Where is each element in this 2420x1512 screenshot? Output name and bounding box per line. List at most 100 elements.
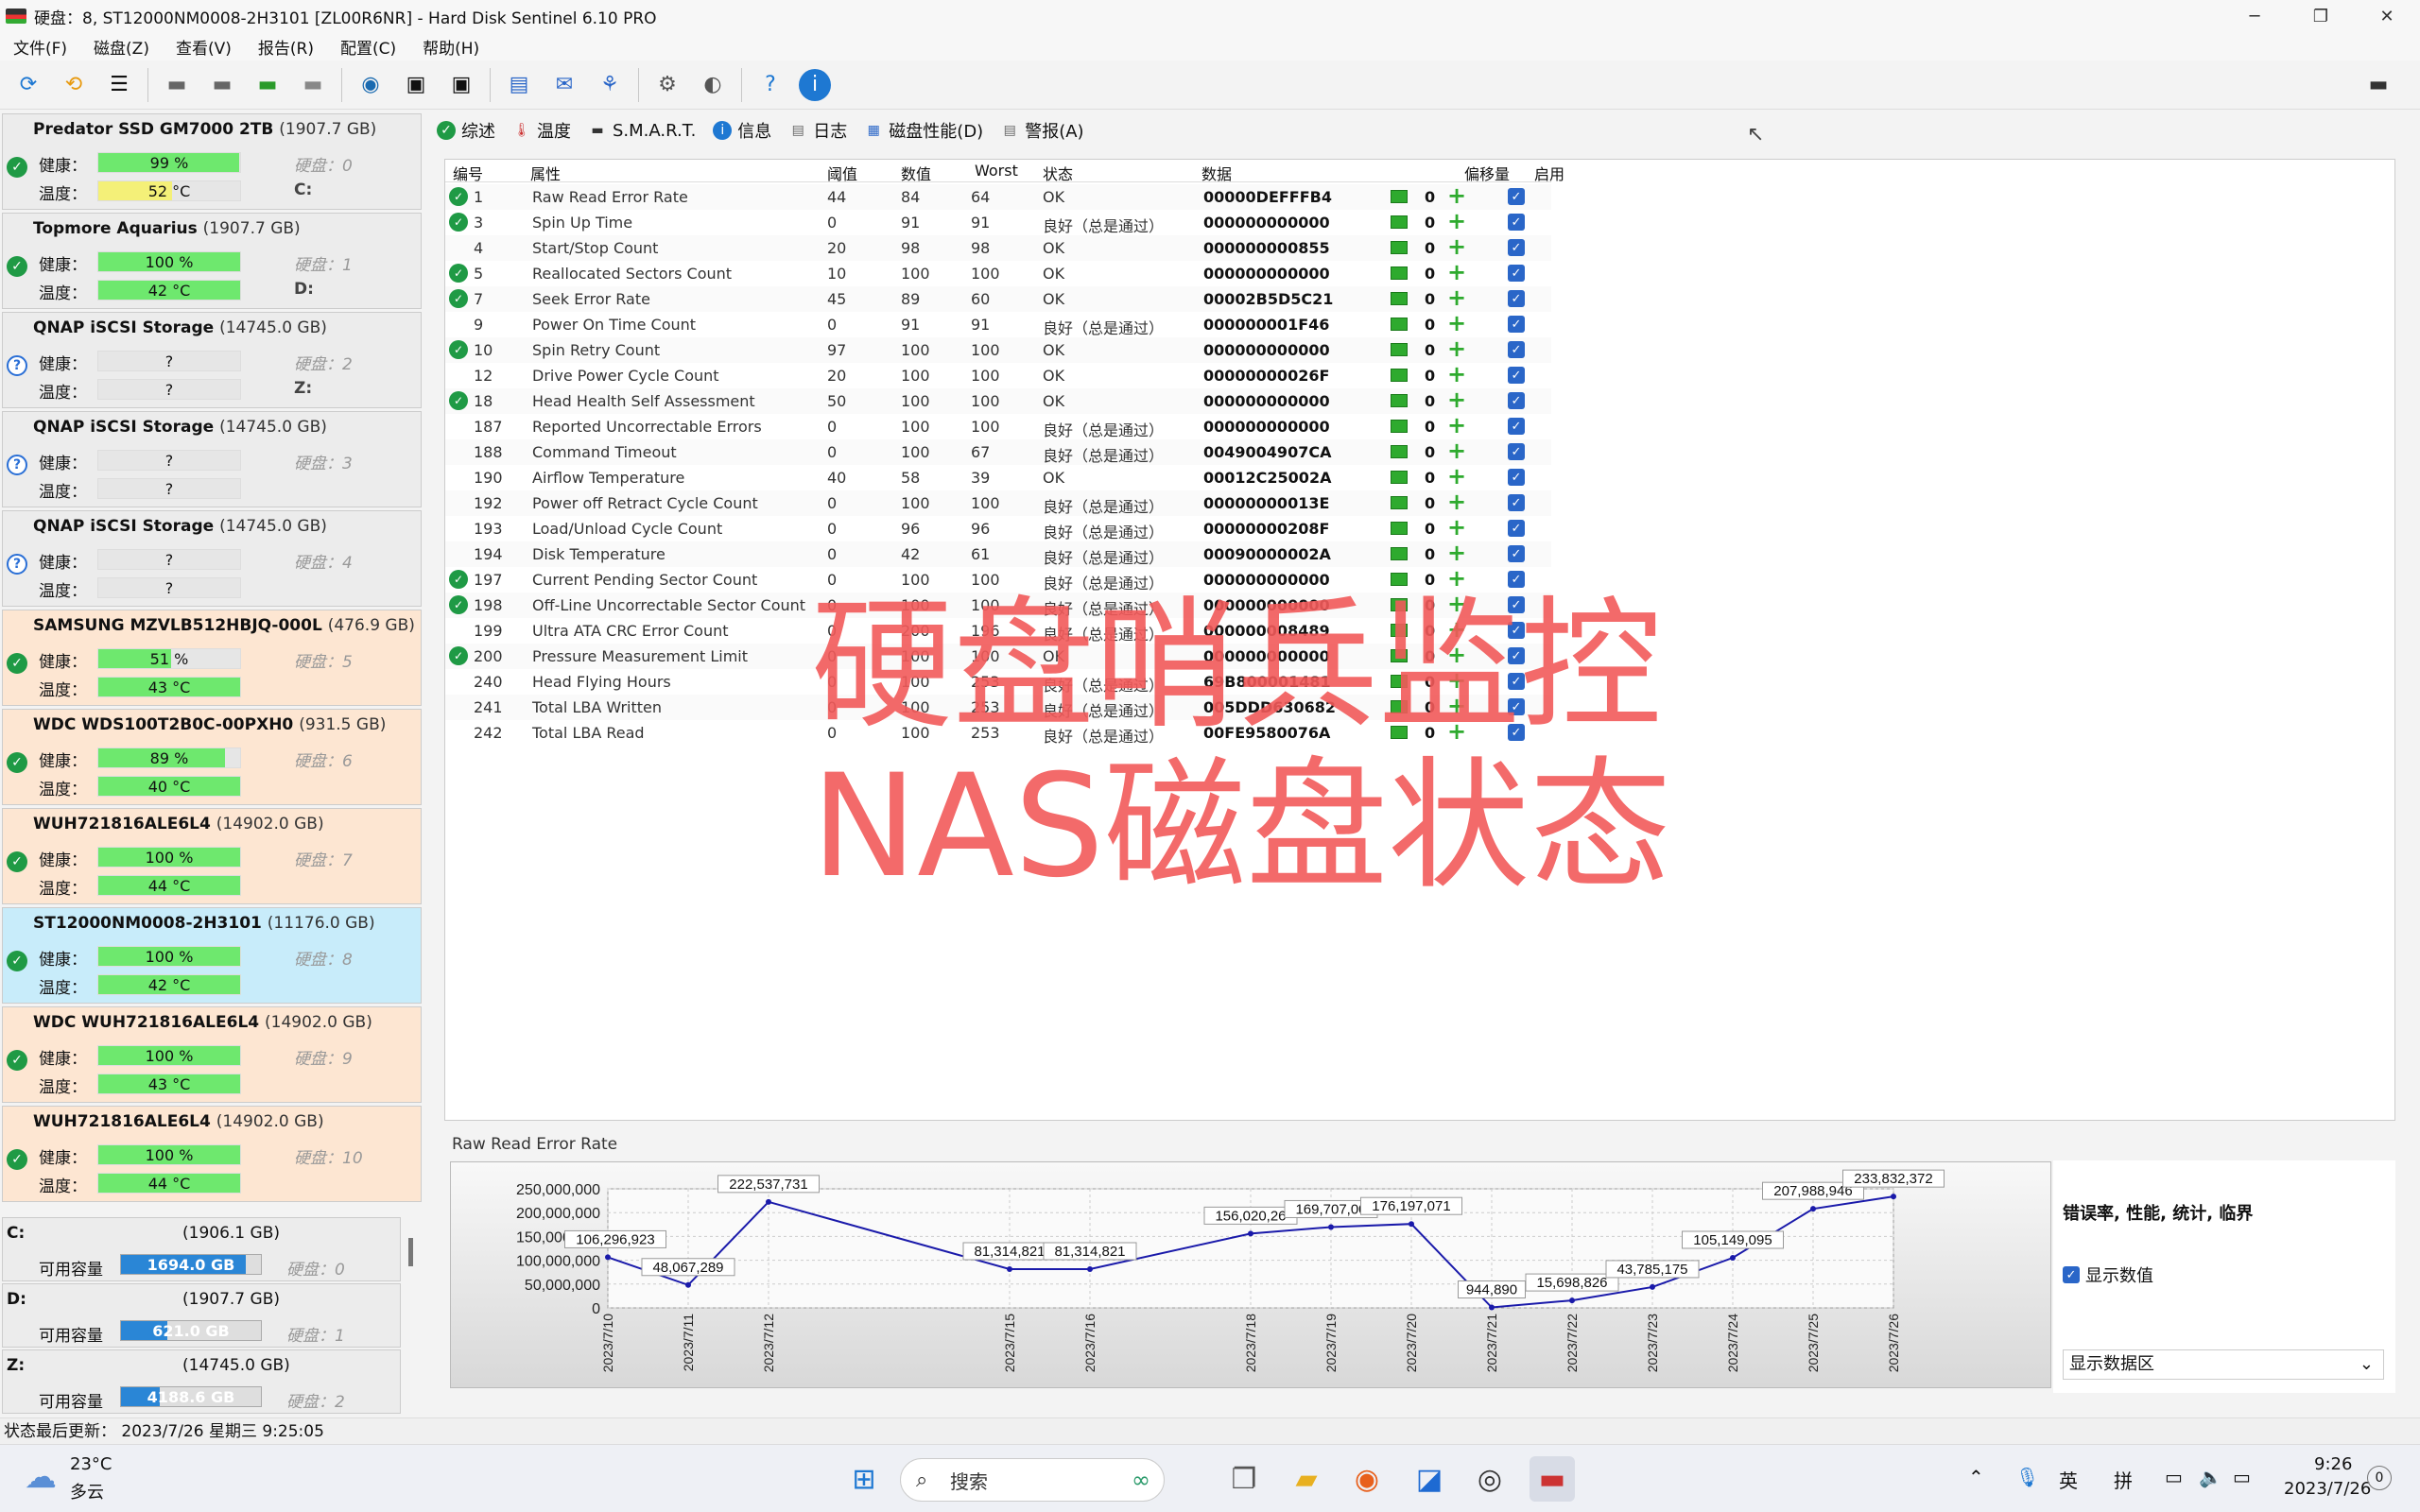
tab-info[interactable]: i 信息: [713, 118, 771, 143]
disk-item[interactable]: Topmore Aquarius (1907.7 GB) ✓ 健康： 100 %…: [2, 213, 422, 309]
table-row[interactable]: ✓ 3 Spin Up Time 0 91 91 良好（总是通过） 0000000…: [445, 210, 1551, 235]
disk-item[interactable]: WDC WDS100T2B0C-00PXH0 (931.5 GB) ✓ 健康： …: [2, 709, 422, 805]
menu-config[interactable]: 配置(C): [327, 35, 409, 59]
enable-checkbox[interactable]: ✓: [1508, 239, 1525, 256]
gear-icon[interactable]: ⚙: [650, 67, 684, 103]
display-area-select[interactable]: 显示数据区 ⌄: [2063, 1349, 2384, 1380]
close-button[interactable]: ✕: [2354, 0, 2420, 32]
volume-item[interactable]: D: (1907.7 GB) 可用容量 621.0 GB 硬盘：1: [2, 1283, 401, 1348]
disk-ok-icon[interactable]: ▬: [251, 67, 285, 103]
minus-icon[interactable]: [1391, 547, 1408, 560]
minus-icon[interactable]: [1391, 420, 1408, 433]
table-row[interactable]: 241 Total LBA Written 0 100 253 良好（总是通过）…: [445, 695, 1551, 720]
file-explorer-icon[interactable]: ▰: [1284, 1456, 1329, 1502]
minus-icon[interactable]: [1391, 624, 1408, 637]
column-header[interactable]: 数据: [1201, 162, 1232, 184]
enable-checkbox[interactable]: ✓: [1508, 392, 1525, 409]
volume-item[interactable]: C: (1906.1 GB) 可用容量 1694.0 GB 硬盘：0: [2, 1217, 401, 1281]
disk-item[interactable]: WUH721816ALE6L4 (14902.0 GB) ✓ 健康： 100 %…: [2, 808, 422, 904]
firefox-icon[interactable]: ◉: [1344, 1456, 1390, 1502]
enable-checkbox[interactable]: ✓: [1508, 443, 1525, 460]
chrome-icon[interactable]: ◎: [1467, 1456, 1512, 1502]
table-row[interactable]: ✓ 200 Pressure Measurement Limit 0 100 10…: [445, 644, 1551, 669]
column-header[interactable]: Worst: [975, 162, 1018, 180]
menu-report[interactable]: 报告(R): [245, 35, 327, 59]
volume-item[interactable]: Z: (14745.0 GB) 可用容量 4188.6 GB 硬盘：2: [2, 1349, 401, 1414]
plus-icon[interactable]: +: [1447, 695, 1466, 717]
enable-checkbox[interactable]: ✓: [1508, 698, 1525, 715]
notification-badge[interactable]: 0: [2367, 1466, 2392, 1490]
plus-icon[interactable]: +: [1447, 261, 1466, 284]
ime-mode[interactable]: 拼: [2114, 1466, 2133, 1493]
enable-checkbox[interactable]: ✓: [1508, 571, 1525, 588]
enable-checkbox[interactable]: ✓: [1508, 265, 1525, 282]
minus-icon[interactable]: [1391, 394, 1408, 407]
minus-icon[interactable]: [1391, 675, 1408, 688]
minus-icon[interactable]: [1391, 700, 1408, 713]
minus-icon[interactable]: [1391, 496, 1408, 509]
table-row[interactable]: 240 Head Flying Hours 0 100 253 良好（总是通过）…: [445, 669, 1551, 695]
disk-item[interactable]: WUH721816ALE6L4 (14902.0 GB) ✓ 健康： 100 %…: [2, 1106, 422, 1202]
table-row[interactable]: 4 Start/Stop Count 20 98 98 OK 000000000…: [445, 235, 1551, 261]
disk-item[interactable]: Predator SSD GM7000 2TB (1907.7 GB) ✓ 健康…: [2, 113, 422, 210]
minus-icon[interactable]: [1391, 369, 1408, 382]
menu-view[interactable]: 查看(V): [163, 35, 245, 59]
menu-file[interactable]: 文件(F): [0, 35, 80, 59]
plus-icon[interactable]: +: [1447, 184, 1466, 207]
minus-icon[interactable]: [1391, 445, 1408, 458]
minimize-button[interactable]: ─: [2221, 0, 2288, 32]
enable-checkbox[interactable]: ✓: [1508, 469, 1525, 486]
plus-icon[interactable]: +: [1447, 541, 1466, 564]
enable-checkbox[interactable]: ✓: [1508, 724, 1525, 741]
enable-checkbox[interactable]: ✓: [1508, 520, 1525, 537]
tab-temperature[interactable]: 🌡 温度: [512, 118, 571, 143]
enable-checkbox[interactable]: ✓: [1508, 622, 1525, 639]
menu-disk[interactable]: 磁盘(Z): [80, 35, 163, 59]
minus-icon[interactable]: [1391, 726, 1408, 739]
weather-icon[interactable]: ☁: [25, 1458, 57, 1496]
enable-checkbox[interactable]: ✓: [1508, 290, 1525, 307]
enable-checkbox[interactable]: ✓: [1508, 647, 1525, 664]
outlook-icon[interactable]: ◪: [1407, 1456, 1452, 1502]
info-icon[interactable]: i: [799, 68, 831, 101]
enable-checkbox[interactable]: ✓: [1508, 418, 1525, 435]
table-row[interactable]: 242 Total LBA Read 0 100 253 良好（总是通过） 00…: [445, 720, 1551, 746]
microphone-icon[interactable]: 🎙: [2015, 1466, 2039, 1488]
plus-icon[interactable]: +: [1447, 567, 1466, 590]
task-view-icon[interactable]: ❐: [1221, 1456, 1267, 1502]
column-header[interactable]: 编号: [453, 162, 483, 184]
graph-tab[interactable]: Raw Read Error Rate: [452, 1135, 617, 1154]
column-header[interactable]: 数值: [901, 162, 931, 184]
disk-item[interactable]: ST12000NM0008-2H3101 (11176.0 GB) ✓ 健康： …: [2, 907, 422, 1004]
table-row[interactable]: 12 Drive Power Cycle Count 20 100 100 OK…: [445, 363, 1551, 388]
minus-icon[interactable]: [1391, 266, 1408, 280]
refresh-icon[interactable]: ⟳: [11, 67, 45, 103]
disk-item[interactable]: SAMSUNG MZVLB512HBJQ-000L (476.9 GB) ✓ 健…: [2, 610, 422, 706]
battery-icon[interactable]: ▭: [2233, 1466, 2251, 1488]
network-icon[interactable]: ⚘: [593, 67, 627, 103]
table-row[interactable]: ✓ 18 Head Health Self Assessment 50 100 1…: [445, 388, 1551, 414]
menu-help[interactable]: 帮助(H): [409, 35, 493, 59]
table-row[interactable]: ✓ 1 Raw Read Error Rate 44 84 64 OK 00000…: [445, 184, 1551, 210]
plus-icon[interactable]: +: [1447, 439, 1466, 462]
disk-item[interactable]: QNAP iSCSI Storage (14745.0 GB) ? 健康： ? …: [2, 411, 422, 507]
plus-icon[interactable]: +: [1447, 388, 1466, 411]
chevron-up-icon[interactable]: ⌃: [1968, 1466, 1984, 1488]
network-disk-icon[interactable]: ▣: [399, 67, 433, 103]
help-icon[interactable]: ?: [753, 67, 787, 103]
table-row[interactable]: 9 Power On Time Count 0 91 91 良好（总是通过） 0…: [445, 312, 1551, 337]
column-header[interactable]: 偏移量: [1464, 162, 1510, 184]
minus-icon[interactable]: [1391, 598, 1408, 611]
plus-icon[interactable]: +: [1447, 618, 1466, 641]
network-icon[interactable]: ▭: [2165, 1466, 2183, 1488]
table-row[interactable]: ✓ 5 Reallocated Sectors Count 10 100 100 …: [445, 261, 1551, 286]
plus-icon[interactable]: +: [1447, 644, 1466, 666]
enable-checkbox[interactable]: ✓: [1508, 494, 1525, 511]
table-row[interactable]: 194 Disk Temperature 0 42 61 良好（总是通过） 00…: [445, 541, 1551, 567]
minus-icon[interactable]: [1391, 573, 1408, 586]
show-values-checkbox[interactable]: ✓ 显示数值: [2063, 1263, 2153, 1287]
hd-sentinel-taskbar-icon[interactable]: ▬: [1530, 1456, 1575, 1502]
tab-alerts[interactable]: ▤ 警报(A): [1000, 118, 1084, 143]
minus-icon[interactable]: [1391, 292, 1408, 305]
disk-test-icon[interactable]: ▬: [160, 67, 194, 103]
